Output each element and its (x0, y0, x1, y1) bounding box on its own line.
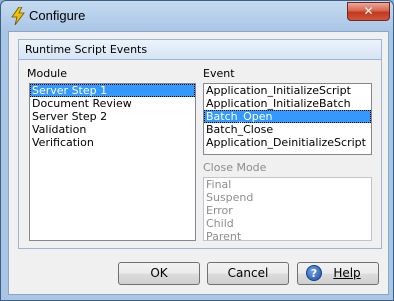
module-listbox[interactable]: Server Step 1 Document Review Server Step … (29, 83, 196, 241)
help-label: Help (333, 266, 361, 280)
close-mode-list-item: Parent (206, 230, 242, 243)
close-icon: ✕ (363, 4, 374, 18)
close-mode-label: Close Mode (203, 161, 267, 174)
module-list-item[interactable]: Validation (30, 123, 195, 136)
event-list-item[interactable]: Application_DeinitializeScript (204, 136, 371, 149)
event-list-item[interactable]: Application_InitializeScript (204, 84, 371, 97)
dialog-client-area: Runtime Script Events Module Server Step… (8, 31, 389, 295)
event-listbox[interactable]: Application_InitializeScript Application_… (203, 83, 372, 155)
close-mode-list-item: Final (206, 178, 232, 191)
event-list-item[interactable]: Application_InitializeBatch (204, 97, 371, 110)
ok-button[interactable]: OK (118, 262, 200, 285)
event-list-item[interactable]: Batch_Open (204, 110, 371, 123)
cancel-button[interactable]: Cancel (207, 262, 289, 285)
close-button[interactable]: ✕ (347, 2, 390, 21)
runtime-script-events-group: Runtime Script Events Module Server Step… (18, 39, 382, 249)
close-mode-list-item: Suspend (206, 191, 254, 204)
help-icon: ? (306, 265, 322, 281)
module-list-item[interactable]: Server Step 1 (30, 84, 195, 97)
close-mode-list-item: Error (206, 204, 233, 217)
module-list-item[interactable]: Verification (30, 136, 195, 149)
module-list-item[interactable]: Server Step 2 (30, 110, 195, 123)
group-header: Runtime Script Events (19, 40, 381, 60)
close-mode-list-item: Child (206, 217, 234, 230)
close-mode-listbox[interactable]: Final Suspend Error Child Parent (203, 177, 372, 243)
configure-dialog: Configure ✕ Runtime Script Events Module… (0, 0, 394, 301)
title-bar[interactable]: Configure ✕ (1, 1, 393, 33)
event-label: Event (203, 67, 235, 80)
event-list-item[interactable]: Batch_Close (204, 123, 371, 136)
help-button[interactable]: ? Help (297, 262, 379, 285)
group-title: Runtime Script Events (25, 43, 148, 56)
window-title: Configure (29, 8, 86, 23)
module-list-item[interactable]: Document Review (30, 97, 195, 110)
lightning-bolt-icon (11, 7, 25, 25)
module-label: Module (27, 67, 67, 80)
